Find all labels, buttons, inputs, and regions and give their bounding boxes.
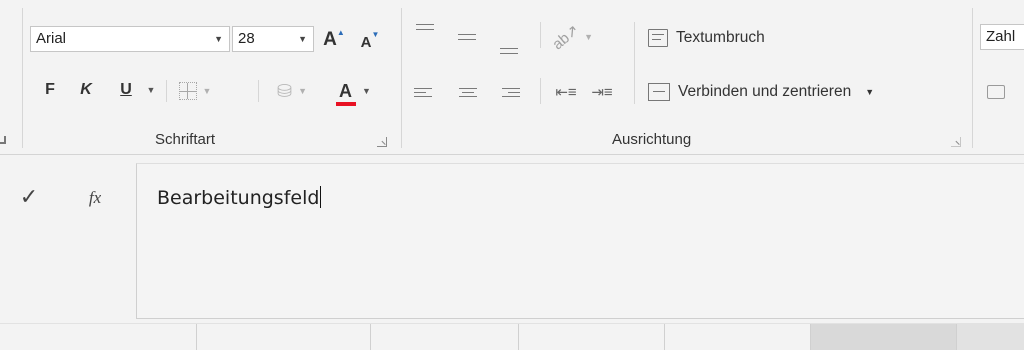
column-header[interactable] [956,324,1024,350]
formula-content: Bearbeitungsfeld [157,187,320,209]
underline-dropdown[interactable]: ▼ [144,82,158,98]
chevron-down-icon[interactable]: ▼ [214,27,223,51]
underline-label: U [120,81,132,98]
column-header[interactable] [664,324,810,350]
wrap-text-icon [648,29,668,47]
align-bottom-button[interactable] [496,24,522,54]
group-separator [22,8,23,148]
chevron-down-icon[interactable]: ▼ [298,27,307,51]
increase-indent-button[interactable]: ⇥≡ [588,80,616,104]
checkmark-icon: ✓ [19,184,39,209]
group-separator [634,22,635,104]
underline-button[interactable]: U [112,76,140,104]
align-center-button[interactable] [456,80,480,104]
merge-center-label: Verbinden und zentrieren [678,83,852,100]
alignment-dialog-launcher-icon[interactable] [951,137,961,147]
italic-label: K [80,81,92,98]
borders-icon [178,82,197,100]
formula-input[interactable]: Bearbeitungsfeld [136,163,1024,319]
align-top-button[interactable] [412,24,438,46]
group-separator [166,80,167,102]
fill-color-button[interactable]: ⛁ ▼ [268,78,316,104]
column-header[interactable] [370,324,518,350]
shrink-font-icon: A [360,33,372,51]
group-separator [540,22,541,48]
font-name-value: Arial [36,30,67,47]
column-header-row [0,323,1024,350]
grow-font-icon: A [323,29,337,50]
bold-button[interactable]: F [36,76,64,104]
increase-indent-icon: ⇥≡ [591,84,613,101]
caret-down-icon[interactable]: ▼ [865,87,874,97]
bold-label: F [45,81,55,98]
grow-font-button[interactable]: A ▲ [320,26,348,54]
caret-down-icon: ▼ [298,86,307,96]
align-left-button[interactable] [414,80,438,104]
align-right-button[interactable] [496,80,520,104]
previous-group-launcher-icon[interactable] [0,136,6,144]
number-format-value: Zahl [986,28,1016,45]
text-orientation-icon: ab↗ [549,21,583,54]
number-format-combobox[interactable]: Zahl [980,24,1024,50]
column-header-selected[interactable] [810,324,956,350]
borders-button[interactable]: ▼ [174,78,216,104]
font-color-swatch [336,101,357,106]
font-size-value: 28 [238,30,255,47]
decrease-indent-icon: ⇤≡ [555,84,577,101]
decrease-indent-button[interactable]: ⇤≡ [552,80,580,104]
font-color-icon: A [336,80,357,106]
formula-text: Bearbeitungsfeld [157,186,322,209]
arrow-down-icon: ▼ [371,29,380,39]
font-group-label: Schriftart [155,131,216,148]
font-size-combobox[interactable]: 28 ▼ [232,26,314,52]
formula-bar: ✓ fx Bearbeitungsfeld [0,163,1024,323]
enter-button[interactable]: ✓ [14,183,44,211]
group-separator [540,78,541,104]
align-middle-button[interactable] [454,24,480,50]
text-cursor [320,186,322,208]
caret-down-icon: ▼ [146,85,156,95]
group-separator [258,80,259,102]
font-name-combobox[interactable]: Arial ▼ [30,26,230,52]
italic-button[interactable]: K [72,76,100,104]
column-header[interactable] [518,324,664,350]
wrap-text-button[interactable]: Textumbruch [648,24,828,52]
caret-down-icon: ▼ [362,86,371,96]
caret-down-icon: ▼ [202,86,212,96]
group-separator [972,8,973,148]
font-color-button[interactable]: A ▼ [326,76,384,106]
group-separator [401,8,402,148]
alignment-group-label: Ausrichtung [612,131,692,148]
insert-function-button[interactable]: fx [80,185,110,211]
column-header[interactable] [196,324,370,350]
wrap-text-label: Textumbruch [676,29,765,46]
paint-bucket-icon: ⛁ [276,80,293,101]
currency-icon [987,85,1005,99]
accounting-format-button[interactable] [984,80,1008,104]
shrink-font-button[interactable]: A ▼ [356,28,384,56]
font-color-label: A [339,80,353,101]
orientation-button[interactable]: ab↗ ▼ [548,21,596,53]
font-dialog-launcher-icon[interactable] [377,137,387,147]
arrow-up-icon: ▲ [336,27,345,37]
ribbon: Arial ▼ 28 ▼ A ▲ A ▼ F K U ▼ ▼ ⛁ ▼ A ▼ S… [0,0,1024,155]
fx-icon: fx [88,188,102,207]
caret-down-icon: ▼ [584,32,594,42]
merge-center-button[interactable]: Verbinden und zentrieren ▼ [648,78,958,106]
merge-cells-icon [648,83,670,101]
